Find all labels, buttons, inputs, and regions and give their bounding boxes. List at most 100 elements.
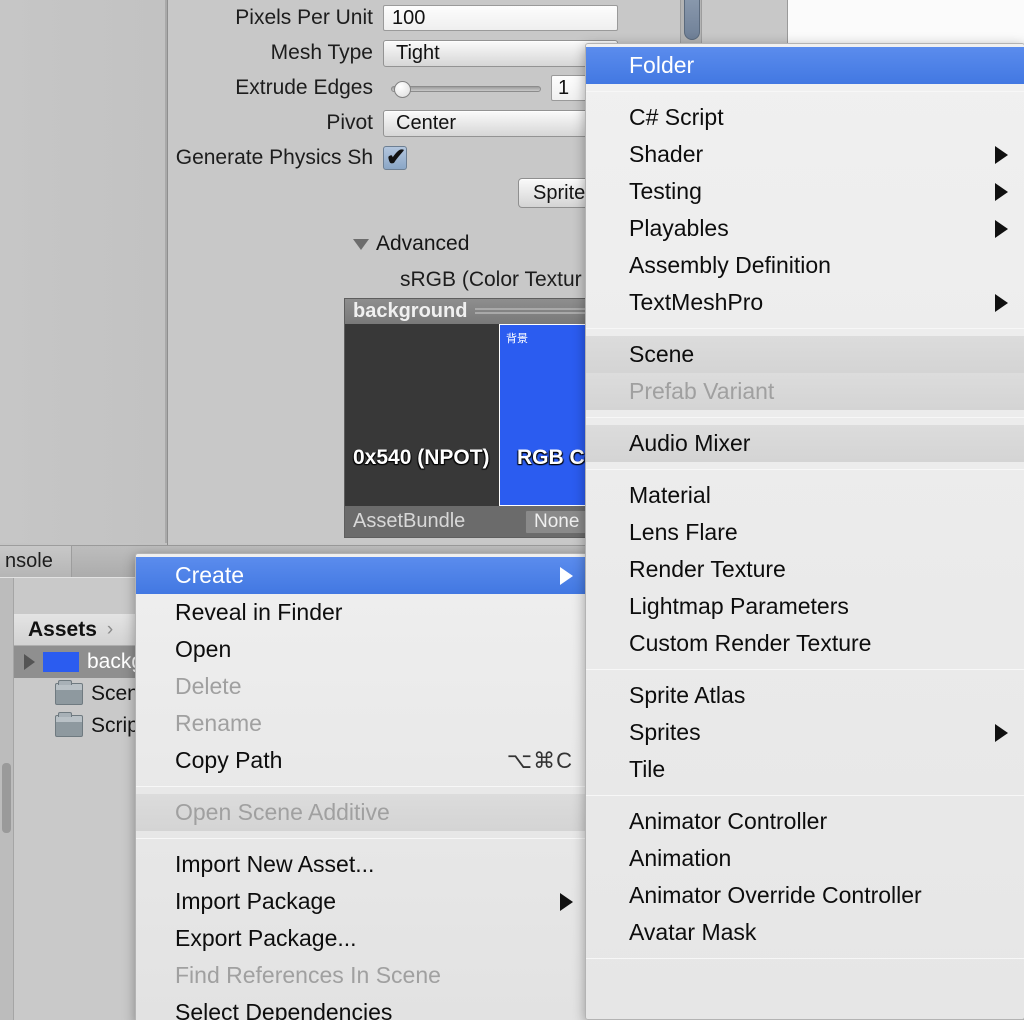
create-submenu-item-animator-override-controller[interactable]: Animator Override Controller — [586, 877, 1024, 914]
menu-item-label: Scene — [629, 341, 695, 367]
create-submenu-separator — [586, 958, 1024, 959]
menu-item-label: Import New Asset... — [175, 851, 375, 877]
image-icon — [43, 652, 79, 672]
menu-item-label: C# Script — [629, 104, 724, 130]
menu-item-label: Copy Path — [175, 747, 283, 773]
create-submenu[interactable]: Folder C# Script Shader Testing Playables Ass… — [585, 43, 1024, 1020]
create-submenu-item-render-texture[interactable]: Render Texture — [586, 551, 1024, 588]
chevron-right-icon[interactable] — [24, 654, 35, 670]
menu-item-label: Delete — [175, 673, 242, 699]
context-menu-item-import-package[interactable]: Import Package — [136, 883, 589, 920]
property-label: Pivot — [326, 110, 373, 134]
create-submenu-item-lens-flare[interactable]: Lens Flare — [586, 514, 1024, 551]
create-submenu-item-avatar-mask[interactable]: Avatar Mask — [586, 914, 1024, 951]
property-label: Pixels Per Unit — [235, 5, 373, 29]
submenu-arrow-icon — [560, 566, 573, 585]
create-submenu-item-playables[interactable]: Playables — [586, 210, 1024, 247]
create-submenu-item-textmeshpro[interactable]: TextMeshPro — [586, 284, 1024, 321]
folder-icon — [55, 680, 83, 705]
menu-item-label: Animation — [629, 845, 732, 871]
menu-item-label: Custom Render Texture — [629, 630, 872, 656]
menu-item-label: Sprites — [629, 719, 701, 745]
preview-image-caption: 背景 — [506, 333, 528, 345]
unity-editor-window: Pixels Per Unit 100 Mesh Type Tight Extr… — [0, 0, 1024, 1020]
create-submenu-item-testing[interactable]: Testing — [586, 173, 1024, 210]
create-submenu-item-material[interactable]: Material — [586, 477, 1024, 514]
menu-item-label: Lightmap Parameters — [629, 593, 849, 619]
menu-item-label: TextMeshPro — [629, 289, 764, 315]
generate-physics-shape-checkbox[interactable] — [383, 143, 407, 172]
property-label: Generate Physics Sh — [175, 145, 373, 169]
submenu-arrow-icon — [995, 293, 1008, 312]
context-menu-item-create[interactable]: Create — [136, 557, 589, 594]
context-menu-item-select-dependencies[interactable]: Select Dependencies — [136, 994, 589, 1020]
submenu-arrow-icon — [995, 723, 1008, 742]
slider-knob[interactable] — [394, 80, 411, 98]
chevron-down-icon — [353, 238, 369, 250]
create-submenu-item-sprites[interactable]: Sprites — [586, 714, 1024, 751]
menu-item-label: Select Dependencies — [175, 999, 393, 1020]
pixels-per-unit-input[interactable]: 100 — [383, 4, 618, 31]
menu-item-label: Prefab Variant — [629, 378, 775, 404]
assetbundle-label: AssetBundle — [353, 510, 466, 532]
menu-item-label: Material — [629, 482, 711, 508]
create-submenu-item-audio-mixer[interactable]: Audio Mixer — [586, 425, 1024, 462]
create-submenu-separator — [586, 328, 1024, 329]
create-submenu-item-c-script[interactable]: C# Script — [586, 99, 1024, 136]
create-submenu-item-lightmap-parameters[interactable]: Lightmap Parameters — [586, 588, 1024, 625]
srgb-label: sRGB (Color Textur — [400, 268, 582, 291]
submenu-arrow-icon — [995, 182, 1008, 201]
pivot-dropdown[interactable]: Center — [383, 109, 618, 137]
advanced-foldout[interactable]: Advanced — [353, 232, 469, 256]
menu-item-label: Testing — [629, 178, 702, 204]
create-submenu-separator — [586, 469, 1024, 470]
preview-title: background — [353, 300, 468, 322]
mesh-type-dropdown[interactable]: Tight — [383, 39, 618, 67]
create-submenu-separator — [586, 417, 1024, 418]
context-menu-item-import-new-asset[interactable]: Import New Asset... — [136, 846, 589, 883]
context-menu-item-find-references-in-scene: Find References In Scene — [136, 957, 589, 994]
create-submenu-item-scene[interactable]: Scene — [586, 336, 1024, 373]
create-submenu-separator — [586, 91, 1024, 92]
extrude-edges-slider[interactable] — [391, 80, 541, 98]
menu-item-label: Import Package — [175, 888, 337, 914]
create-submenu-item-animation[interactable]: Animation — [586, 840, 1024, 877]
menu-item-label: Export Package... — [175, 925, 357, 951]
scrollbar-thumb[interactable] — [684, 0, 700, 40]
create-submenu-item-assembly-definition[interactable]: Assembly Definition — [586, 247, 1024, 284]
menu-item-label: Sprite Atlas — [629, 682, 746, 708]
context-menu-item-reveal-in-finder[interactable]: Reveal in Finder — [136, 594, 589, 631]
menu-item-label: Create — [175, 562, 245, 588]
advanced-foldout-label: Advanced — [376, 232, 470, 255]
menu-item-label: Rename — [175, 710, 262, 736]
menu-item-label: Playables — [629, 215, 729, 241]
submenu-arrow-icon — [560, 892, 573, 911]
create-submenu-item-custom-render-texture[interactable]: Custom Render Texture — [586, 625, 1024, 662]
create-submenu-item-shader[interactable]: Shader — [586, 136, 1024, 173]
project-scrollbar[interactable] — [0, 578, 14, 1020]
project-scrollbar-thumb[interactable] — [2, 763, 11, 833]
create-submenu-item-animator-controller[interactable]: Animator Controller — [586, 803, 1024, 840]
breadcrumb-item-assets[interactable]: Assets — [28, 618, 97, 642]
create-submenu-item-tile[interactable]: Tile — [586, 751, 1024, 788]
folder-icon — [55, 712, 83, 737]
context-menu-item-open-scene-additive: Open Scene Additive — [136, 794, 589, 831]
menu-item-label: Render Texture — [629, 556, 786, 582]
menu-item-label: Audio Mixer — [629, 430, 751, 456]
context-menu-separator — [136, 786, 589, 787]
menu-item-shortcut: ⌥⌘C — [506, 747, 573, 773]
create-submenu-item-folder[interactable]: Folder — [586, 47, 1024, 84]
preview-size-text: 0x540 (NPOT) — [353, 446, 490, 469]
context-menu-item-delete: Delete — [136, 668, 589, 705]
context-menu-item-copy-path[interactable]: Copy Path ⌥⌘C — [136, 742, 589, 779]
tab-console[interactable]: nsole — [0, 545, 72, 577]
property-field: 100 — [383, 4, 787, 31]
context-menu-item-open[interactable]: Open — [136, 631, 589, 668]
create-submenu-item-sprite-atlas[interactable]: Sprite Atlas — [586, 677, 1024, 714]
property-label: Extrude Edges — [235, 75, 373, 99]
menu-item-label: Animator Controller — [629, 808, 828, 834]
menu-item-label: Assembly Definition — [629, 252, 831, 278]
context-menu-item-export-package[interactable]: Export Package... — [136, 920, 589, 957]
context-menu[interactable]: Create Reveal in Finder Open Delete Rename Co… — [135, 553, 590, 1020]
menu-item-label: Animator Override Controller — [629, 882, 922, 908]
